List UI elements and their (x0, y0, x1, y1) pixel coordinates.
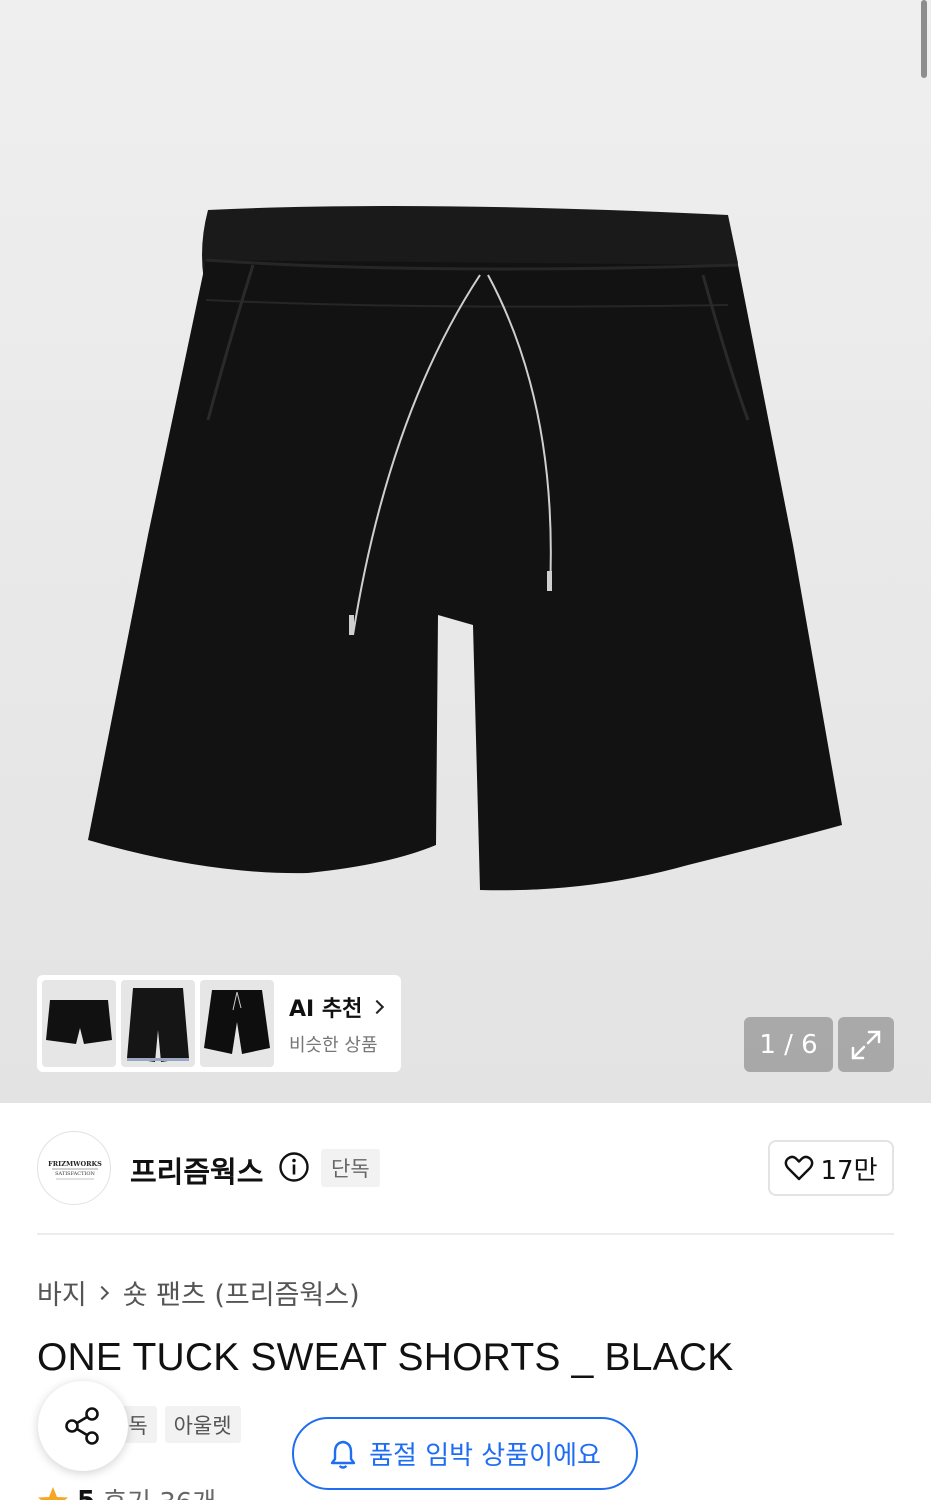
brand-name[interactable]: 프리즘웍스 (130, 1149, 263, 1191)
ai-card-text: AI 추천 비슷한 상품 (289, 991, 385, 1057)
like-button[interactable]: 17만 (768, 1140, 894, 1196)
info-icon[interactable] (278, 1151, 310, 1183)
rating-row[interactable]: 5 후기 36개 (37, 1482, 216, 1500)
recommendation-thumb[interactable] (42, 980, 116, 1067)
breadcrumb: 바지 숏 팬츠 (프리즘웍스) (37, 1273, 360, 1312)
ai-card-title: AI 추천 (289, 996, 363, 1022)
divider (37, 1233, 894, 1235)
heart-icon (785, 1155, 814, 1181)
scrollbar[interactable] (921, 0, 927, 78)
ai-card-title-row: AI 추천 (289, 991, 385, 1023)
product-gallery[interactable]: AI 추천 비슷한 상품 1 / 6 (0, 0, 931, 1103)
like-count: 17만 (820, 1155, 878, 1186)
brand-logo-image: FRIZMWORKS SATISFACTION (48, 1160, 102, 1180)
product-tag: 아울렛 (164, 1406, 241, 1443)
brand-row: FRIZMWORKS SATISFACTION 프리즘웍스 단독 17만 (37, 1131, 894, 1205)
svg-text:SATISFACTION: SATISFACTION (55, 1171, 95, 1177)
product-image (88, 206, 842, 891)
bell-icon (330, 1440, 356, 1469)
breadcrumb-category[interactable]: 바지 (37, 1273, 87, 1312)
expand-button[interactable] (838, 1017, 894, 1072)
expand-icon (851, 1030, 881, 1059)
ai-card-subtitle: 비슷한 상품 (289, 1034, 378, 1056)
exclusive-tag: 단독 (321, 1149, 380, 1187)
review-count[interactable]: 후기 36개 (103, 1482, 216, 1500)
chevron-right-icon (370, 999, 385, 1014)
share-icon (65, 1407, 99, 1445)
recommendation-thumb[interactable] (200, 980, 274, 1067)
chevron-right-icon (94, 1285, 109, 1300)
share-button[interactable] (38, 1381, 128, 1471)
restock-alert-button[interactable]: 품절 임박 상품이에요 (292, 1417, 638, 1490)
recommendation-thumb[interactable] (121, 980, 195, 1067)
brand-logo[interactable]: FRIZMWORKS SATISFACTION (37, 1131, 111, 1205)
ai-recommendation-card[interactable]: AI 추천 비슷한 상품 (37, 975, 401, 1072)
rating-score: 5 (77, 1486, 95, 1500)
product-title: ONE TUCK SWEAT SHORTS _ BLACK (37, 1336, 734, 1379)
breadcrumb-subcategory[interactable]: 숏 팬츠 (프리즘웍스) (123, 1273, 360, 1312)
star-icon (38, 1486, 68, 1500)
svg-text:FRIZMWORKS: FRIZMWORKS (48, 1160, 102, 1168)
restock-alert-label: 품절 임박 상품이에요 (369, 1441, 601, 1471)
image-counter: 1 / 6 (744, 1017, 833, 1072)
